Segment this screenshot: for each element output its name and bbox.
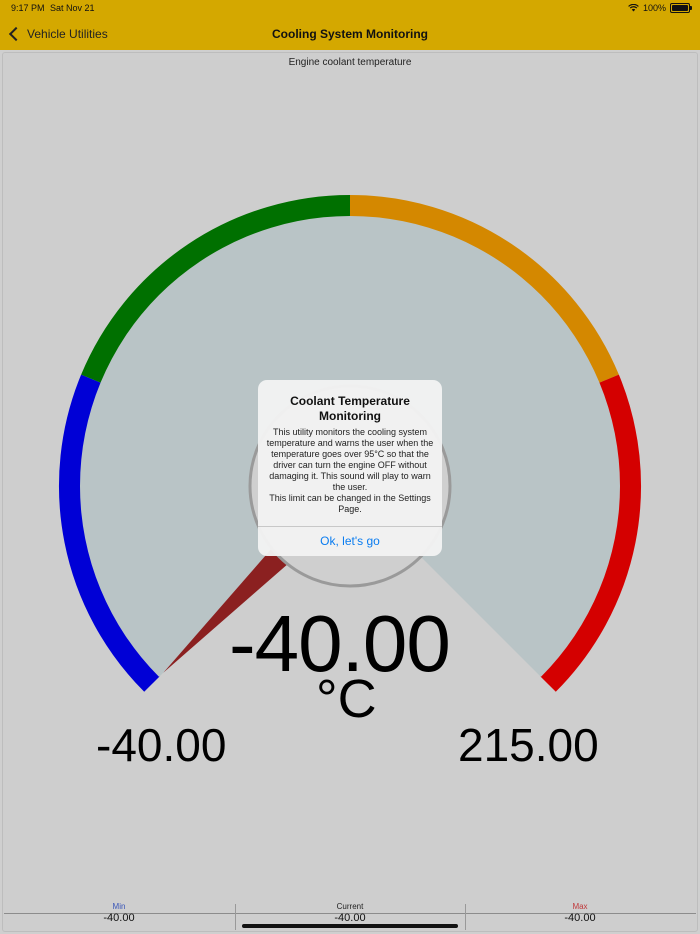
stat-min: Min -40.00: [4, 902, 234, 925]
stat-max-value: -40.00: [564, 912, 596, 924]
alert-ok-button[interactable]: Ok, let's go: [258, 527, 442, 556]
alert-title: Coolant Temperature Monitoring: [290, 394, 410, 423]
home-indicator[interactable]: [242, 924, 458, 928]
stat-min-label: Min: [112, 902, 126, 911]
stat-max-label: Max: [572, 902, 588, 911]
stat-max: Max -40.00: [465, 902, 695, 925]
gauge-max-label: 215.00: [458, 719, 599, 771]
stat-min-value: -40.00: [103, 912, 135, 924]
temperature-unit: °C: [316, 669, 377, 729]
alert-message: This utility monitors the cooling system…: [266, 427, 434, 514]
stat-current: Current -40.00: [235, 902, 465, 925]
info-alert-dialog: Coolant Temperature Monitoring This util…: [258, 380, 442, 556]
gauge-min-label: -40.00: [96, 719, 227, 771]
stat-current-label: Current: [336, 902, 364, 911]
